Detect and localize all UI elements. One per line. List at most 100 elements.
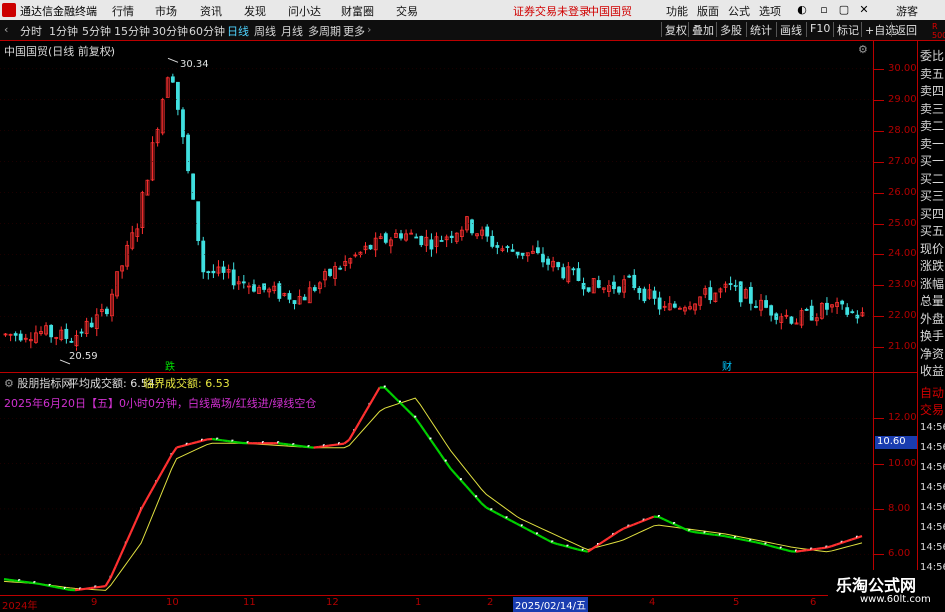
price-tick-mark [874,347,884,348]
restore-icon[interactable]: ▢ [838,3,850,16]
menu-item-function[interactable]: 功能 [666,3,688,19]
indicator-segment [222,440,227,441]
indicator-segment [314,447,319,448]
candle-body [293,301,296,304]
period-tab-60min[interactable]: 60分钟 [189,23,225,39]
candle-body [197,202,200,241]
indicator-tick-label: 10.00 [888,458,917,469]
period-tab-5min[interactable]: 5分钟 [82,23,111,39]
menu-item-trade[interactable]: 交易 [396,3,418,19]
period-tab-timeshare[interactable]: 分时 [20,23,42,39]
close-icon[interactable]: ✕ [858,3,870,16]
candle-body [212,271,215,272]
indicator-segment [837,543,842,545]
candle-body [450,236,453,237]
period-tab-30min[interactable]: 30分钟 [152,23,188,39]
price-tick-mark [874,100,884,101]
quote-field-label: 卖五 [920,65,944,82]
statistics-button[interactable]: 统计 [746,22,772,37]
r500-badge[interactable]: R 500 [932,22,945,40]
price-tick-mark [874,254,884,255]
back-button[interactable]: 返回 [891,22,917,37]
overlay-button[interactable]: 叠加 [688,22,714,37]
auto-trade-label[interactable]: 自动 [920,384,944,401]
event-marker-drop[interactable]: 跌 [165,358,175,373]
draw-line-button[interactable]: 画线 [776,22,802,37]
menu-item-quotes[interactable]: 行情 [112,3,134,19]
period-tab-15min[interactable]: 15分钟 [114,23,150,39]
indicator-segment [349,431,354,440]
indicator-segment [735,538,740,539]
auto-trade-label[interactable]: 交易 [920,401,944,418]
menu-item-wealth[interactable]: 财富圈 [341,3,374,19]
candle-body [415,237,418,238]
candle-body [709,288,712,300]
price-tick-mark [874,69,884,70]
menu-item-discover[interactable]: 发现 [244,3,266,19]
multi-stock-button[interactable]: 多股 [716,22,742,37]
quote-field-label: 买一 [920,152,944,169]
indicator-tick-mark [874,464,884,465]
candle-body [770,306,773,316]
indicator-segment [370,396,375,405]
indicator-segment [329,445,334,446]
candle-body [673,304,676,307]
candle-body [541,254,544,262]
minimize-icon[interactable]: ▫ [818,3,830,16]
login-notice[interactable]: 证券交易未登录 [513,3,590,19]
high-pointer [168,58,178,62]
indicator-segment [826,546,831,547]
period-tab-more[interactable]: 更多 [343,23,365,39]
indicator-segment [496,513,501,516]
period-tab-weekly[interactable]: 周线 [254,23,276,39]
price-tick-label: 24.00 [888,248,917,259]
indicator-segment [446,462,451,469]
menu-item-ask[interactable]: 问小达 [288,3,321,19]
toolbar-prev-icon[interactable]: ‹ [4,23,8,36]
menu-item-options[interactable]: 选项 [759,3,781,19]
indicator-segment [4,579,9,580]
menu-item-formula[interactable]: 公式 [728,3,750,19]
candle-body [207,272,210,273]
adjust-button[interactable]: 复权 [661,22,687,37]
menu-item-news[interactable]: 资讯 [200,3,222,19]
indicator-segment [694,532,699,533]
candle-body [749,287,752,303]
kline-chart-panel[interactable]: 中国国贸(日线 前复权) ⌄ ⚙ 30.34 20.59 跌 财 [0,41,873,372]
menu-item-layout[interactable]: 版面 [697,3,719,19]
date-label: 1 [415,597,421,608]
candle-body [825,303,828,309]
indicator-segment [786,550,791,551]
indicator-segment [634,523,639,525]
period-tab-daily[interactable]: 日线 [227,23,249,39]
candle-body [50,325,53,336]
period-tab-multi[interactable]: 多周期 [308,23,341,39]
period-tab-monthly[interactable]: 月线 [281,23,303,39]
indicator-segment [324,446,329,447]
candle-body [653,291,656,298]
candle-body [658,298,661,309]
more-chevron-icon[interactable]: › [367,23,371,36]
indicator-segment [832,544,837,546]
candle-body [14,334,17,336]
quote-field-label: 收益 [920,362,944,379]
candle-body [202,241,205,272]
menu-item-market[interactable]: 市场 [155,3,177,19]
indicator-segment [283,444,288,445]
candle-body [232,270,235,285]
candle-body [628,276,631,277]
indicator-segment [172,447,177,455]
user-label[interactable]: 游客 [896,3,918,19]
mark-button[interactable]: 标记 [833,22,859,37]
indicator-segment [811,549,816,550]
event-marker-finance[interactable]: 财 [722,358,732,373]
price-tick-mark [874,316,884,317]
period-tab-1min[interactable]: 1分钟 [49,23,78,39]
quote-field-label: 卖四 [920,82,944,99]
indicator-segment [750,541,755,542]
indicator-segment [552,542,557,544]
skin-icon[interactable]: ◐ [796,3,808,16]
indicator-segment [339,444,344,445]
indicator-panel[interactable]: ⚙ 股朋指标网 平均成交额: 6.54 临界成交额: 6.53 2025年6月2… [0,373,873,595]
f10-button[interactable]: F10 [806,22,830,37]
